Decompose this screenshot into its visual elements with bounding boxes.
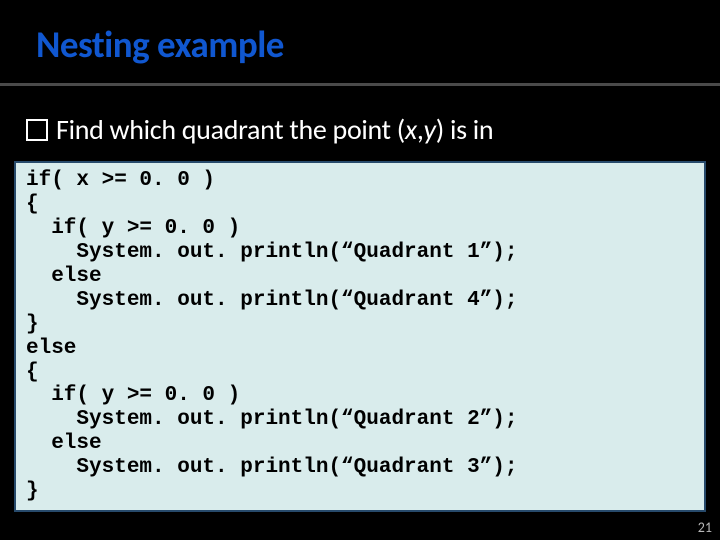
bullet-row: Find which quadrant the point (x,y) is i…: [0, 86, 720, 161]
bullet-sep: ,: [417, 112, 424, 147]
bullet-prefix: Find which quadrant the point (: [56, 112, 405, 147]
page-number: 21: [698, 519, 712, 536]
code-block: if( x >= 0. 0 ) { if( y >= 0. 0 ) System…: [14, 161, 706, 512]
bullet-x: x: [405, 112, 417, 147]
slide-title: Nesting example: [36, 22, 720, 67]
bullet-square-icon: [26, 119, 48, 141]
title-bar: Nesting example: [0, 0, 720, 73]
bullet-text: Find which quadrant the point (x,y) is i…: [56, 112, 493, 147]
bullet-y: y: [424, 112, 436, 147]
bullet-suffix: ) is in: [436, 112, 494, 147]
slide: Nesting example Find which quadrant the …: [0, 0, 720, 540]
